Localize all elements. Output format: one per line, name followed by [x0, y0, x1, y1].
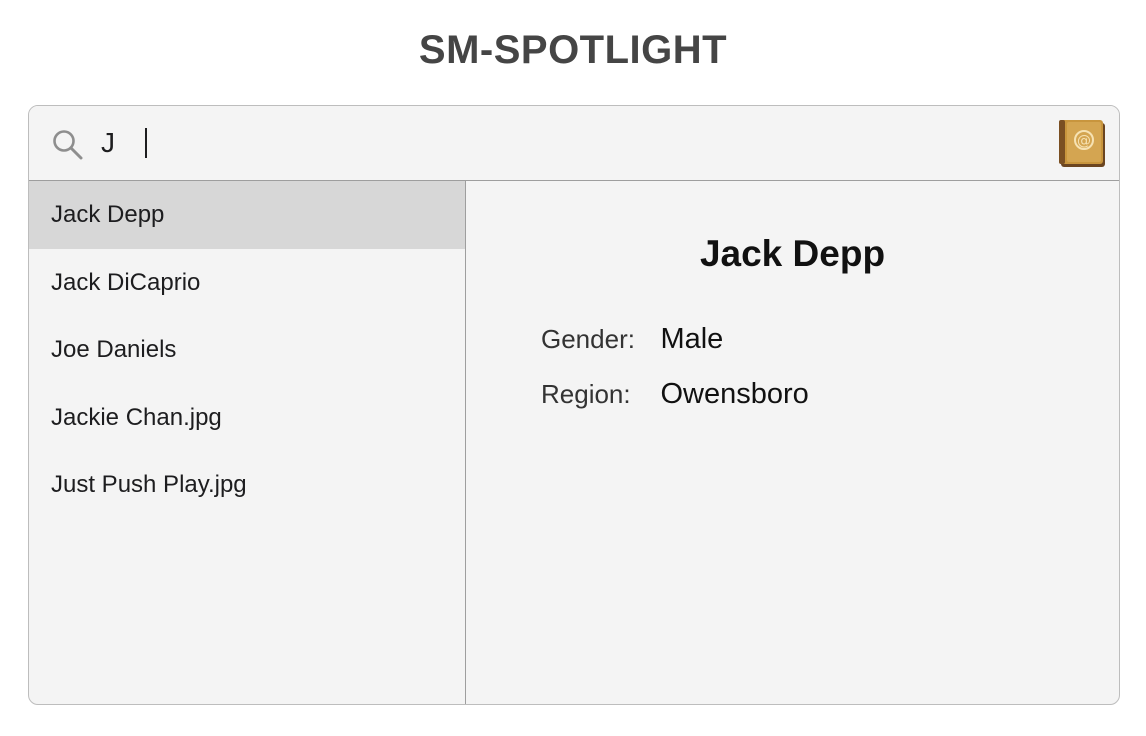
svg-text:@: @: [1077, 133, 1091, 149]
result-item[interactable]: Joe Daniels: [29, 316, 465, 384]
app-title: SM-SPOTLIGHT: [418, 28, 728, 72]
search-icon: [53, 130, 83, 160]
detail-label: Region:: [541, 379, 631, 409]
address-book-icon[interactable]: @: [1057, 117, 1107, 169]
results-list: Jack Depp Jack DiCaprio Joe Daniels Jack…: [29, 181, 466, 704]
result-item[interactable]: Jack Depp: [29, 181, 465, 249]
search-bar: @: [29, 106, 1119, 181]
result-item[interactable]: Just Push Play.jpg: [29, 451, 465, 519]
search-input[interactable]: [101, 122, 1001, 164]
detail-value: Male: [660, 323, 724, 355]
detail-name: Jack Depp: [699, 233, 886, 274]
spotlight-window: @ Jack Depp Jack DiCaprio Joe Daniels Ja…: [28, 105, 1120, 705]
result-item[interactable]: Jack DiCaprio: [29, 249, 465, 317]
result-item[interactable]: Jackie Chan.jpg: [29, 384, 465, 452]
detail-pane: Jack Depp Gender: Male Region: Owensboro: [466, 181, 1119, 704]
detail-row-gender: Gender: Male: [541, 319, 723, 359]
detail-value: Owensboro: [660, 378, 809, 410]
text-caret: [145, 128, 147, 158]
detail-row-region: Region: Owensboro: [541, 374, 809, 414]
detail-label: Gender:: [541, 324, 635, 354]
